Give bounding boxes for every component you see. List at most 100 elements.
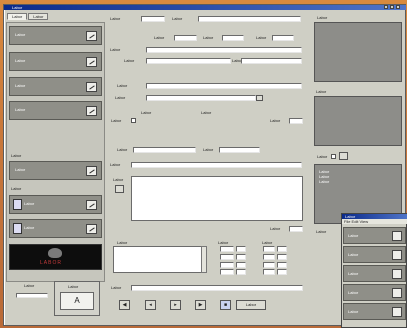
mid-field[interactable] (289, 118, 303, 124)
r6-dropdown[interactable] (146, 95, 256, 101)
list-col3-field-2[interactable] (263, 254, 275, 260)
r8-label: Labor (110, 162, 121, 167)
edit-icon[interactable] (86, 224, 97, 234)
r5-field[interactable] (146, 83, 302, 89)
edit-icon[interactable] (392, 288, 402, 298)
card-label: Labor (15, 58, 26, 63)
edit-icon[interactable] (392, 250, 402, 260)
right-checkbox[interactable] (331, 154, 336, 159)
overlay-card-4[interactable]: Labor (343, 284, 406, 301)
list-col2b-field-3[interactable] (236, 262, 246, 268)
edit-icon[interactable] (86, 57, 97, 67)
r1-field-2[interactable] (198, 16, 301, 22)
right-head-2: Labor (316, 89, 327, 94)
edit-icon[interactable] (392, 307, 402, 317)
right-panel-1 (314, 22, 402, 82)
action-button[interactable]: Labor (236, 300, 266, 310)
sidebar-card-7[interactable]: Labor (9, 219, 102, 238)
edit-icon[interactable] (86, 106, 97, 116)
r7-field-2[interactable] (219, 147, 260, 153)
tab-2[interactable]: Labor (28, 13, 49, 20)
r3-label: Labor (110, 47, 121, 52)
next-record-button[interactable]: ▸ (170, 300, 181, 310)
list-col2b-field-2[interactable] (236, 254, 246, 260)
edit-icon[interactable] (392, 231, 402, 241)
notes-edit-icon[interactable] (115, 185, 124, 193)
r1-label: Labor (110, 16, 121, 21)
list-col2-field-1[interactable] (220, 246, 234, 252)
maximize-button[interactable] (390, 5, 394, 9)
edit-icon[interactable] (86, 166, 97, 176)
r7-label-2: Labor (203, 147, 214, 152)
mid-label-2: Labor (270, 118, 281, 123)
first-record-button[interactable]: ◀ (119, 300, 130, 310)
mid-checkbox[interactable] (131, 118, 136, 123)
list-col2-field-2[interactable] (220, 254, 234, 260)
right-edit-icon[interactable] (339, 152, 348, 160)
r4-field-2[interactable] (241, 58, 302, 64)
tab-1[interactable]: Labor (7, 13, 28, 20)
sidebar-card-5[interactable]: Labor (9, 161, 102, 180)
disk-icon: ■ (223, 302, 228, 308)
sidebar-card-2[interactable]: Labor (9, 52, 102, 71)
sidebar-card-1[interactable]: Labor (9, 26, 102, 45)
r3-field[interactable] (146, 47, 302, 53)
list-col3b-field-4[interactable] (277, 269, 287, 275)
r7-field[interactable] (133, 147, 196, 153)
list-col2b-field-1[interactable] (236, 246, 246, 252)
list-box[interactable] (113, 246, 207, 273)
overlay-card-3[interactable]: Labor (343, 265, 406, 282)
edit-icon[interactable] (392, 269, 402, 279)
prev-record-button[interactable]: ◂ (145, 300, 156, 310)
list-col3-field-4[interactable] (263, 269, 275, 275)
list-col3-field-1[interactable] (263, 246, 275, 252)
bottom-left-field[interactable] (16, 293, 48, 298)
sidebar-card-4[interactable]: Labor (9, 101, 102, 120)
list-col3-field-3[interactable] (263, 262, 275, 268)
bottom-field[interactable] (131, 285, 303, 291)
r1-field[interactable] (141, 16, 165, 22)
list-col2-field-4[interactable] (220, 269, 234, 275)
list-col2-field-3[interactable] (220, 262, 234, 268)
save-icon-button[interactable]: ■ (220, 300, 231, 310)
edit-icon[interactable] (86, 200, 97, 210)
last-record-button[interactable]: ▶ (195, 300, 206, 310)
r7-label: Labor (117, 147, 128, 152)
edit-icon[interactable] (86, 82, 97, 92)
mid-label: Labor (111, 118, 122, 123)
overlay-card-2[interactable]: Labor (343, 246, 406, 263)
chevron-down-icon[interactable] (256, 95, 263, 101)
list-col3b-field-2[interactable] (277, 254, 287, 260)
notes-textarea[interactable] (131, 176, 303, 221)
list-col-3-label: Labor (262, 240, 273, 245)
logo-banner: LABOR (9, 244, 102, 270)
list-col3b-field-1[interactable] (277, 246, 287, 252)
list-col3b-field-3[interactable] (277, 262, 287, 268)
card-label: Labor (15, 32, 26, 37)
r8-field[interactable] (131, 162, 302, 168)
r4-field[interactable] (146, 58, 231, 64)
r2-field-2[interactable] (222, 35, 244, 41)
r2-label-2: Labor (203, 35, 214, 40)
r2-field-3[interactable] (272, 35, 294, 41)
minimize-button[interactable] (384, 5, 388, 9)
right-head-1: Labor (317, 15, 328, 20)
overlay-card-1[interactable]: Labor (343, 227, 406, 244)
list-scrollbar[interactable] (201, 246, 207, 273)
list-col2b-field-4[interactable] (236, 269, 246, 275)
r2-field[interactable] (174, 35, 197, 41)
card-label: Labor (15, 107, 26, 112)
r4-label: Labor (124, 58, 135, 63)
sidebar-card-3[interactable]: Labor (9, 77, 102, 96)
bottom-left-label-2: Labor (68, 284, 79, 289)
notes-footer-field[interactable] (289, 226, 303, 232)
overlay-card-5[interactable]: Labor (343, 303, 406, 320)
sidebar-card-6[interactable]: Labor (9, 195, 102, 214)
list-col-2-label: Labor (218, 240, 229, 245)
card-label: Labor (24, 225, 35, 230)
close-button[interactable] (396, 5, 400, 9)
overlay-menubar[interactable]: File Edit View (342, 219, 407, 224)
edit-icon[interactable] (86, 31, 97, 41)
notes-label: Labor (113, 177, 124, 182)
bottom-left-value[interactable]: A (60, 292, 94, 310)
